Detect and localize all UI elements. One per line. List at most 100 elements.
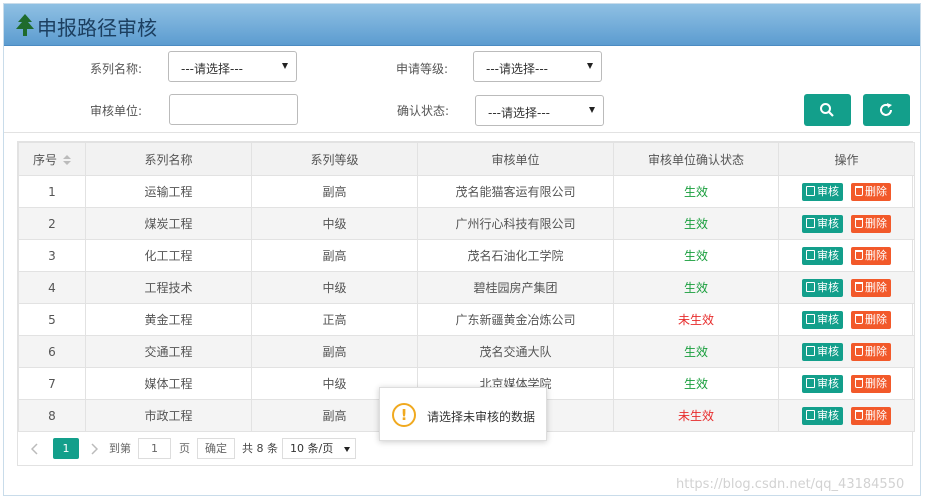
col-header-series-level: 系列等级 [251,142,418,176]
goto-page-input[interactable]: 1 [138,438,171,459]
cell-series-level: 副高 [251,175,418,208]
cell-audit-unit: 广东新疆黄金冶炼公司 [417,303,614,336]
edit-icon [806,281,815,292]
delete-button[interactable]: 删除 [851,374,891,393]
trash-icon [855,249,863,260]
trash-icon [855,185,863,196]
edit-icon [806,377,815,388]
apply-level-label: 申请等级: [396,62,449,76]
series-name-select[interactable]: ---请选择--- [168,51,297,82]
sort-icon[interactable] [63,154,71,166]
col-header-actions: 操作 [778,142,915,176]
delete-button[interactable]: 删除 [851,214,891,233]
delete-button[interactable]: 删除 [851,342,891,361]
search-icon [820,103,834,117]
audit-button[interactable]: 审核 [802,278,843,297]
cell-audit-unit: 茂名能猫客运有限公司 [417,175,614,208]
cell-no: 1 [18,175,86,208]
cell-actions: 审核 删除 [778,207,915,240]
delete-button[interactable]: 删除 [851,310,891,329]
next-page-icon[interactable] [90,443,98,455]
current-page[interactable]: 1 [53,438,79,459]
audit-unit-input[interactable] [169,94,298,125]
cell-actions: 审核 删除 [778,175,915,208]
cell-actions: 审核 删除 [778,399,915,432]
delete-button[interactable]: 删除 [851,278,891,297]
series-name-label: 系列名称: [90,62,143,76]
col-header-series-name: 系列名称 [85,142,252,176]
cell-series-name: 媒体工程 [85,367,252,400]
cell-no: 6 [18,335,86,368]
audit-button[interactable]: 审核 [802,214,843,233]
trash-icon [855,409,863,420]
audit-button[interactable]: 审核 [802,374,843,393]
cell-series-name: 运输工程 [85,175,252,208]
cell-actions: 审核 删除 [778,335,915,368]
delete-button[interactable]: 删除 [851,406,891,425]
audit-unit-label: 审核单位: [90,104,143,118]
cell-confirm-status: 生效 [613,335,779,368]
confirm-status-select[interactable]: ---请选择--- [475,95,604,126]
page-title: 申报路径审核 [37,16,157,40]
prev-page-icon[interactable] [31,443,39,455]
toast-message: ! 请选择未审核的数据 [379,387,547,441]
audit-button[interactable]: 审核 [802,310,843,329]
search-button[interactable] [804,94,851,126]
refresh-button[interactable] [863,94,910,126]
trash-icon [855,345,863,356]
cell-confirm-status: 未生效 [613,399,779,432]
col-header-no[interactable]: 序号 [18,142,86,176]
trash-icon [855,313,863,324]
table-row: 1 运输工程 副高 茂名能猫客运有限公司 生效 审核 删除 [18,175,915,208]
cell-no: 5 [18,303,86,336]
apply-level-selected: ---请选择--- [486,62,548,76]
per-page-select[interactable]: 10 条/页 [282,438,356,459]
caret-down-icon [282,63,288,69]
cell-series-level: 中级 [251,207,418,240]
audit-button[interactable]: 审核 [802,182,843,201]
audit-button[interactable]: 审核 [802,246,843,265]
confirm-status-selected: ---请选择--- [488,106,550,120]
cell-series-level: 副高 [251,239,418,272]
tree-icon [16,14,34,36]
trash-icon [855,377,863,388]
edit-icon [806,313,815,324]
cell-series-name: 煤炭工程 [85,207,252,240]
edit-icon [806,409,815,420]
refresh-icon [880,103,892,116]
delete-button[interactable]: 删除 [851,182,891,201]
table-row: 6 交通工程 副高 茂名交通大队 生效 审核 删除 [18,335,915,368]
page-header: 申报路径审核 [4,4,920,46]
edit-icon [806,217,815,228]
cell-confirm-status: 未生效 [613,303,779,336]
cell-no: 8 [18,399,86,432]
cell-audit-unit: 茂名交通大队 [417,335,614,368]
apply-level-select[interactable]: ---请选择--- [473,51,602,82]
cell-audit-unit: 碧桂园房产集团 [417,271,614,304]
cell-series-name: 黄金工程 [85,303,252,336]
cell-series-level: 中级 [251,271,418,304]
table-header-row: 序号 系列名称 系列等级 审核单位 审核单位确认状态 操作 [18,142,915,176]
cell-confirm-status: 生效 [613,271,779,304]
edit-icon [806,249,815,260]
caret-down-icon [589,107,595,113]
audit-button[interactable]: 审核 [802,342,843,361]
cell-no: 7 [18,367,86,400]
edit-icon [806,345,815,356]
total-count: 共 8 条 [242,442,278,455]
cell-actions: 审核 删除 [778,303,915,336]
page-label: 页 [179,442,190,455]
table-row: 2 煤炭工程 中级 广州行心科技有限公司 生效 审核 删除 [18,207,915,240]
goto-confirm-button[interactable]: 确定 [197,438,235,459]
col-header-audit-unit: 审核单位 [417,142,614,176]
cell-confirm-status: 生效 [613,207,779,240]
cell-actions: 审核 删除 [778,271,915,304]
edit-icon [806,185,815,196]
delete-button[interactable]: 删除 [851,246,891,265]
watermark: https://blog.csdn.net/qq_43184550 [676,477,905,492]
per-page-value: 10 条/页 [290,442,334,455]
audit-button[interactable]: 审核 [802,406,843,425]
toast-text: 请选择未审核的数据 [427,410,536,424]
cell-series-name: 市政工程 [85,399,252,432]
goto-label: 到第 [109,442,131,455]
